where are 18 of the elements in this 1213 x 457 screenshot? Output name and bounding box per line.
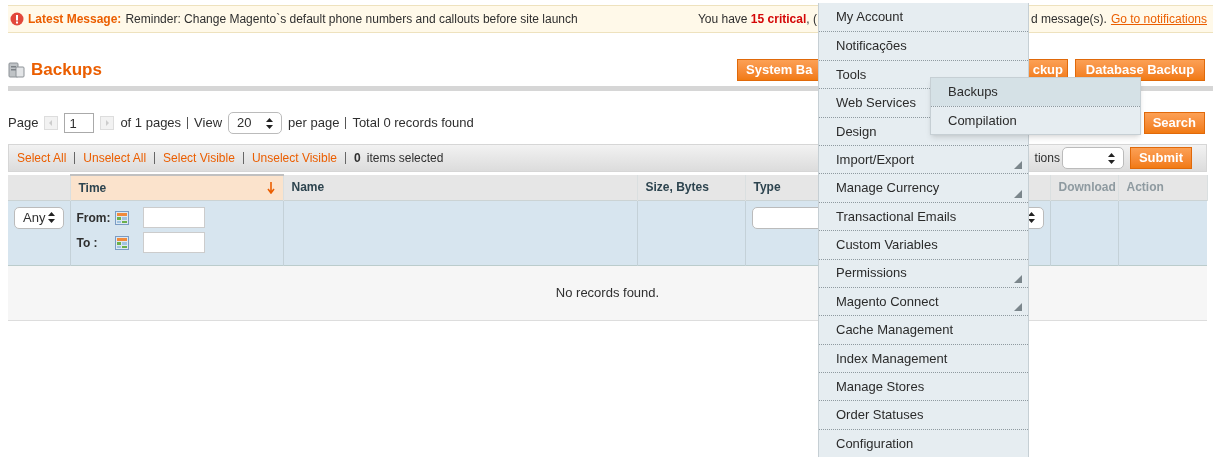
notice-status: You have 15 critical, ( (697, 11, 817, 28)
notice-text: Reminder: Change Magento`s default phone numbers and callouts before site launch (125, 11, 578, 28)
notice-label: Latest Message: (28, 11, 122, 28)
column-header: Download (1050, 175, 1118, 200)
record-count: Total 0 records found (352, 114, 474, 133)
view-label: View (194, 114, 223, 133)
page-title: Backups (31, 59, 102, 82)
page-count: of 1 pages (120, 114, 182, 133)
notice-status: d message(s). (1030, 11, 1107, 28)
from-label: From: (76, 209, 111, 227)
selected-count: 0 (354, 150, 361, 167)
per-page-label: per page (288, 114, 340, 133)
actions-label: tions (1034, 150, 1060, 167)
empty-message: No records found. (555, 284, 660, 300)
column-header: Action (1118, 175, 1207, 200)
page-label: Page (8, 114, 39, 133)
to-label: To : (76, 234, 99, 252)
selected-label: items selected (366, 150, 444, 167)
